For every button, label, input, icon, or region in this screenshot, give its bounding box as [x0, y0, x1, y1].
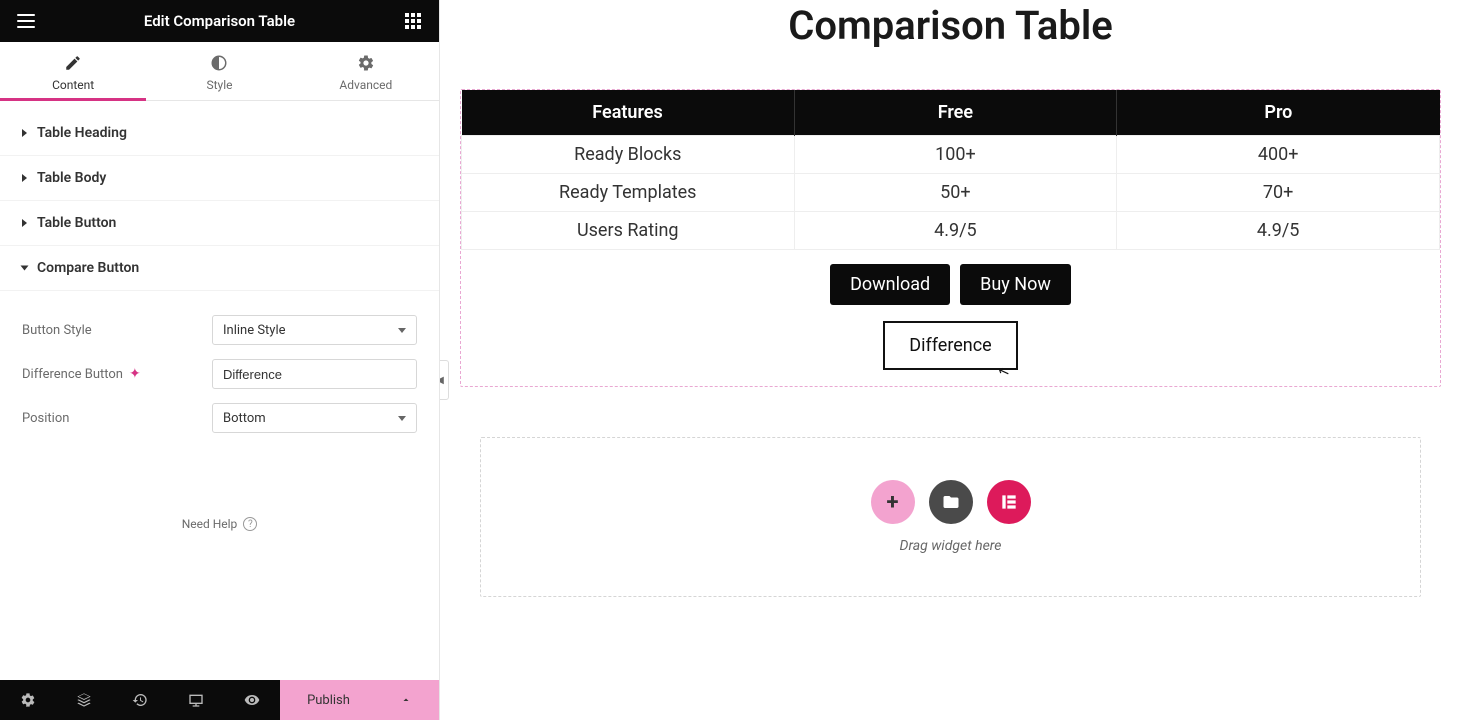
- col-pro: Pro: [1117, 90, 1440, 136]
- panel-title: Edit Comparison Table: [38, 12, 401, 30]
- editor-tabs: Content Style Advanced: [0, 42, 439, 101]
- position-label: Position: [22, 411, 69, 426]
- editor-sidebar: Edit Comparison Table Content Style Adva…: [0, 0, 440, 720]
- page-title: Comparison Table: [460, 0, 1441, 89]
- select-value: Bottom: [223, 411, 266, 426]
- ai-icon[interactable]: ✦: [129, 367, 141, 381]
- responsive-icon[interactable]: [168, 680, 224, 720]
- download-button[interactable]: Download: [830, 264, 950, 305]
- buy-now-button[interactable]: Buy Now: [960, 264, 1071, 305]
- section-label: Compare Button: [37, 260, 139, 276]
- menu-icon[interactable]: [14, 9, 38, 33]
- table-header-row: Features Free Pro: [462, 90, 1440, 136]
- difference-button[interactable]: Difference ↖: [883, 321, 1017, 370]
- cell-feature: Users Rating: [462, 212, 795, 250]
- gear-icon: [357, 54, 375, 72]
- panel-header: Edit Comparison Table: [0, 0, 439, 42]
- position-select[interactable]: Bottom: [212, 403, 417, 433]
- publish-label: Publish: [307, 693, 350, 708]
- caret-down-icon: [398, 416, 406, 421]
- settings-icon[interactable]: [0, 680, 56, 720]
- cell-pro: 70+: [1117, 174, 1440, 212]
- difference-row: Difference ↖: [461, 313, 1440, 386]
- cell-pro: 4.9/5: [1117, 212, 1440, 250]
- comparison-table-widget[interactable]: Features Free Pro Ready Blocks 100+ 400+…: [460, 89, 1441, 387]
- section-label: Table Button: [37, 215, 116, 231]
- contrast-icon: [210, 54, 228, 72]
- difference-button-label: Difference Button ✦: [22, 367, 141, 382]
- cell-feature: Ready Templates: [462, 174, 795, 212]
- difference-button-input[interactable]: [212, 359, 417, 389]
- label-text: Difference Button: [22, 367, 123, 382]
- pencil-icon: [64, 54, 82, 72]
- difference-input-field[interactable]: [223, 367, 406, 382]
- tab-label: Style: [206, 78, 232, 92]
- chevron-down-icon: [21, 266, 29, 271]
- drop-zone[interactable]: + Drag widget here: [480, 437, 1421, 597]
- button-style-label: Button Style: [22, 323, 92, 338]
- navigator-icon[interactable]: [56, 680, 112, 720]
- cursor-icon: ↖: [996, 362, 1012, 381]
- section-label: Table Heading: [37, 125, 127, 141]
- caret-down-icon: [398, 328, 406, 333]
- select-value: Inline Style: [223, 323, 286, 338]
- tab-style[interactable]: Style: [146, 42, 292, 100]
- tab-content[interactable]: Content: [0, 42, 146, 100]
- chevron-right-icon: [22, 219, 27, 227]
- section-label: Table Body: [37, 170, 106, 186]
- table-row: Ready Templates 50+ 70+: [462, 174, 1440, 212]
- col-features: Features: [462, 90, 795, 136]
- template-library-button[interactable]: [929, 480, 973, 524]
- table-row: Users Rating 4.9/5 4.9/5: [462, 212, 1440, 250]
- preview-icon[interactable]: [224, 680, 280, 720]
- tab-label: Advanced: [339, 78, 392, 92]
- chevron-right-icon: [22, 174, 27, 182]
- table-row: Ready Blocks 100+ 400+: [462, 136, 1440, 174]
- cell-free: 100+: [794, 136, 1117, 174]
- history-icon[interactable]: [112, 680, 168, 720]
- section-table-heading[interactable]: Table Heading: [0, 111, 439, 156]
- elementskit-button[interactable]: [987, 480, 1031, 524]
- button-style-select[interactable]: Inline Style: [212, 315, 417, 345]
- need-help-text: Need Help: [182, 517, 238, 531]
- col-free: Free: [794, 90, 1117, 136]
- cell-pro: 400+: [1117, 136, 1440, 174]
- drop-icons: +: [871, 480, 1031, 524]
- need-help-link[interactable]: Need Help ?: [0, 517, 439, 531]
- chevron-right-icon: [22, 129, 27, 137]
- table-buttons-row: Download Buy Now: [461, 250, 1440, 313]
- cell-free: 4.9/5: [794, 212, 1117, 250]
- caret-up-icon[interactable]: [400, 694, 412, 706]
- section-compare-button[interactable]: Compare Button: [0, 246, 439, 291]
- cell-free: 50+: [794, 174, 1117, 212]
- cell-feature: Ready Blocks: [462, 136, 795, 174]
- help-icon: ?: [243, 517, 257, 531]
- add-section-button[interactable]: +: [871, 480, 915, 524]
- drop-text: Drag widget here: [900, 538, 1002, 554]
- tab-advanced[interactable]: Advanced: [293, 42, 439, 100]
- bottom-toolbar: Publish: [0, 680, 439, 720]
- publish-button[interactable]: Publish: [280, 680, 439, 720]
- comparison-table: Features Free Pro Ready Blocks 100+ 400+…: [461, 90, 1440, 250]
- compare-button-controls: Button Style Inline Style Difference But…: [0, 291, 439, 457]
- preview-pane: ◀ Comparison Table Features Free Pro Rea…: [440, 0, 1461, 720]
- difference-label: Difference: [909, 335, 991, 356]
- section-table-body[interactable]: Table Body: [0, 156, 439, 201]
- section-table-button[interactable]: Table Button: [0, 201, 439, 246]
- sections-accordion: Table Heading Table Body Table Button Co…: [0, 101, 439, 541]
- tab-label: Content: [52, 78, 94, 92]
- apps-icon[interactable]: [401, 9, 425, 33]
- collapse-sidebar-handle[interactable]: ◀: [440, 360, 449, 400]
